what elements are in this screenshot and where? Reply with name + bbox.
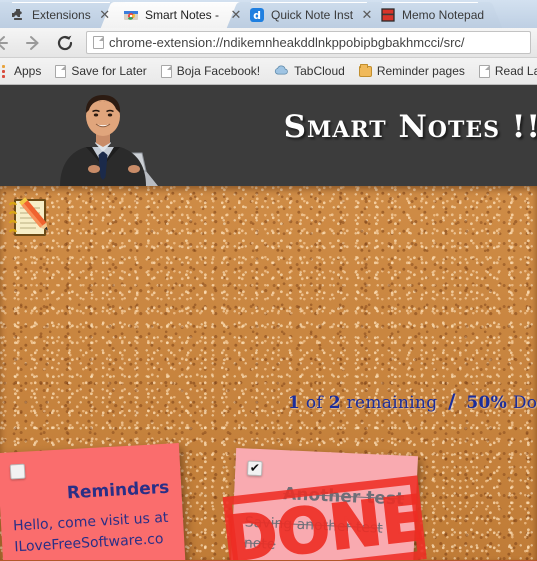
bookmark-label: Reminder pages — [376, 64, 465, 78]
note-body: Hello, come visit us at ILoveFreeSoftwar… — [12, 509, 169, 560]
bookmark-tabcloud[interactable]: TabCloud — [274, 64, 345, 79]
bookmark-label: Apps — [14, 64, 42, 78]
bookmark-read-later[interactable]: Read Late — [478, 64, 537, 78]
close-icon[interactable]: ✕ — [359, 7, 375, 23]
bookmark-label: TabCloud — [294, 64, 345, 78]
page-header-banner: Smart Notes !! — [0, 85, 537, 186]
bookmark-apps[interactable]: Apps — [2, 64, 41, 78]
note-checkbox[interactable]: ✔ — [246, 460, 263, 477]
tab-title: Quick Note Insta — [271, 8, 353, 22]
progress-percent: 50% — [466, 393, 508, 413]
red-notepad-icon — [380, 7, 396, 23]
blue-d-icon: d — [249, 7, 265, 23]
bookmark-label: Read Late — [494, 64, 537, 78]
browser-toolbar: chrome-extension://ndikemnheakddlnkppobi… — [0, 28, 537, 58]
bookmark-save-for-later[interactable]: Save for Later — [55, 64, 147, 78]
progress-of-text: of — [305, 393, 323, 413]
bookmark-label: Boja Facebook! — [176, 64, 261, 78]
apps-icon — [2, 64, 9, 78]
browser-window: Extensions ✕ Smart Notes - Ch ✕ — [0, 0, 537, 561]
corkboard: 1 of 2 remaining / 50% Done Reminders He… — [0, 186, 537, 560]
chrome-store-icon — [123, 7, 139, 23]
note-checkbox[interactable] — [9, 463, 26, 480]
folder-icon — [358, 63, 372, 77]
tab-title: Extensions — [32, 8, 91, 22]
tabcloud-icon — [274, 64, 289, 79]
browser-tab-memo-notepad[interactable]: Memo Notepad — [370, 2, 490, 28]
progress-done-label: Done — [512, 393, 537, 413]
page-title: Smart Notes !! — [283, 109, 537, 145]
back-arrow-icon[interactable] — [0, 32, 12, 54]
bookmark-boja-facebook[interactable]: Boja Facebook! — [160, 64, 261, 78]
page-icon — [478, 64, 490, 78]
reload-icon[interactable] — [54, 32, 76, 54]
address-bar[interactable]: chrome-extension://ndikemnheakddlnkppobi… — [86, 31, 531, 54]
bookmark-reminder-pages[interactable]: Reminder pages — [358, 63, 465, 78]
note-title: Another test — [282, 484, 405, 510]
progress-separator: / — [448, 389, 456, 413]
total-count: 2 — [328, 393, 341, 413]
progress-remaining-label: remaining — [346, 393, 438, 413]
close-icon[interactable]: ✕ — [97, 7, 113, 23]
sticky-note[interactable]: ✔ Another test Saving another test note … — [221, 447, 428, 560]
page-icon — [160, 64, 172, 78]
tab-title: Smart Notes - Ch — [145, 8, 222, 22]
url-text: chrome-extension://ndikemnheakddlnkppobi… — [109, 35, 465, 50]
sticky-note[interactable]: Reminders Hello, come visit us at ILoveF… — [0, 443, 189, 560]
notepad-pencil-icon[interactable] — [4, 194, 60, 242]
note-body: Saving another test note — [243, 514, 384, 553]
bookmarks-bar: Apps Save for Later Boja Facebook! TabCl… — [0, 58, 537, 85]
page-content: Smart Notes !! 1 of 2 remaining / 50% Do… — [0, 85, 537, 560]
businessman-photo — [42, 85, 167, 186]
tab-title: Memo Notepad — [402, 8, 485, 22]
bookmark-label: Save for Later — [71, 64, 147, 78]
remaining-count: 1 — [288, 393, 301, 413]
tab-strip: Extensions ✕ Smart Notes - Ch ✕ — [0, 0, 537, 28]
page-icon — [55, 64, 67, 78]
forward-arrow-icon[interactable] — [22, 32, 44, 54]
page-icon — [93, 36, 104, 49]
puzzle-icon — [10, 7, 26, 23]
progress-status: 1 of 2 remaining / 50% Done — [288, 389, 537, 413]
close-icon[interactable]: ✕ — [228, 7, 244, 23]
note-title: Reminders — [66, 477, 170, 504]
svg-text:d: d — [253, 9, 261, 22]
